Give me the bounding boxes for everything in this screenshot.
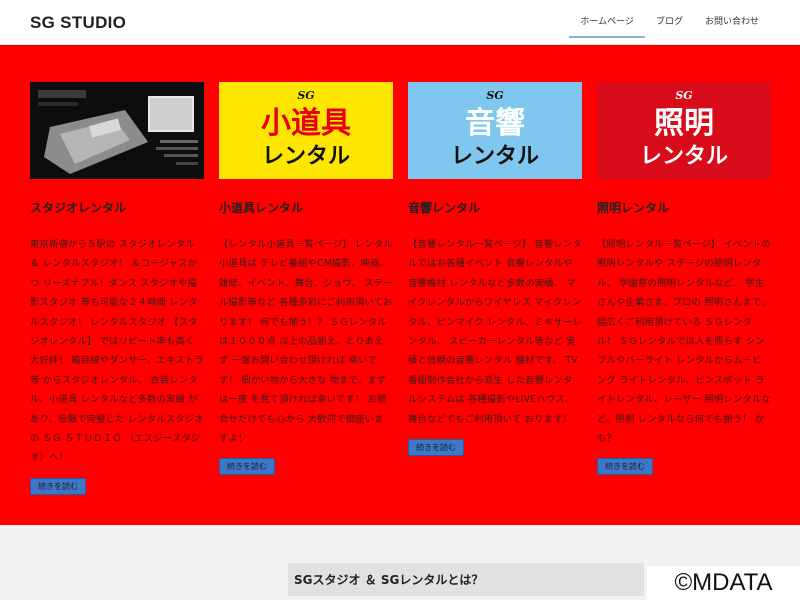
read-more-button[interactable]: 続きを読む <box>30 477 86 495</box>
studio-photo-illustration <box>30 82 204 179</box>
thumbnail-subheading: レンタル <box>639 144 728 169</box>
site-header: SG STUDIO ホームページ ブログ お問い合わせ <box>0 0 800 45</box>
main-nav: ホームページ ブログ お問い合わせ <box>569 0 770 44</box>
thumbnail-subheading: レンタル <box>450 144 539 169</box>
site-brand[interactable]: SG STUDIO <box>30 13 126 33</box>
sg-logo-icon: SG <box>297 89 314 102</box>
card-title[interactable]: 照明レンタル <box>597 199 771 215</box>
card-props: SG 小道具 レンタル 小道具レンタル 【レンタル小道具一覧ページ】 レンタル小… <box>219 82 393 476</box>
thumbnail-subheading: レンタル <box>261 144 350 169</box>
card-excerpt: 【レンタル小道具一覧ページ】 レンタル小道具は テレビ番組やCM撮影、映画、 雑… <box>219 239 393 445</box>
card-excerpt: 【音響レンタル一覧ページ】 音響レンタルではお各種イベント 音響レンタルや音響機… <box>408 239 582 425</box>
copyright-watermark: ©MDATA <box>647 566 800 600</box>
card-title[interactable]: 小道具レンタル <box>219 199 393 215</box>
thumbnail-heading: 音響 <box>465 106 525 141</box>
nav-home[interactable]: ホームページ <box>569 0 645 44</box>
nav-blog[interactable]: ブログ <box>645 0 694 44</box>
card-studio: スタジオレンタル 東京新宿から５駅の スタジオレンタル＆ レンタルスタジオ！ ＆… <box>30 82 204 495</box>
read-more-button[interactable]: 続きを読む <box>219 458 275 476</box>
services-section: スタジオレンタル 東京新宿から５駅の スタジオレンタル＆ レンタルスタジオ！ ＆… <box>0 45 800 525</box>
card-excerpt: 東京新宿から５駅の スタジオレンタル＆ レンタルスタジオ！ ＆コージャスかつ リ… <box>30 239 204 464</box>
card-sound: SG 音響 レンタル 音響レンタル 【音響レンタル一覧ページ】 音響レンタルでは… <box>408 82 582 457</box>
props-thumbnail[interactable]: SG 小道具 レンタル <box>219 82 393 179</box>
about-heading-bar: SGスタジオ ＆ SGレンタルとは？ <box>288 563 644 596</box>
card-title[interactable]: スタジオレンタル <box>30 199 204 215</box>
read-more-button[interactable]: 続きを読む <box>597 458 653 476</box>
svg-text:SG: SG <box>297 89 314 102</box>
card-excerpt: 【照明レンタル一覧ページ】 イベントの照明レンタルや ステージの照明レンタル、 … <box>597 239 771 445</box>
card-title[interactable]: 音響レンタル <box>408 199 582 215</box>
card-lighting: SG 照明 レンタル 照明レンタル 【照明レンタル一覧ページ】 イベントの照明レ… <box>597 82 771 476</box>
thumbnail-heading: 照明 <box>654 106 714 141</box>
sound-thumbnail[interactable]: SG 音響 レンタル <box>408 82 582 179</box>
svg-text:SG: SG <box>486 89 503 102</box>
about-heading: SGスタジオ ＆ SGレンタルとは？ <box>294 573 484 587</box>
lighting-thumbnail[interactable]: SG 照明 レンタル <box>597 82 771 179</box>
svg-text:SG: SG <box>675 89 692 102</box>
thumbnail-heading: 小道具 <box>261 106 351 141</box>
studio-thumbnail[interactable] <box>30 82 204 179</box>
sg-logo-icon: SG <box>486 89 503 102</box>
nav-contact[interactable]: お問い合わせ <box>694 0 770 44</box>
sg-logo-icon: SG <box>675 89 692 102</box>
read-more-button[interactable]: 続きを読む <box>408 439 464 457</box>
